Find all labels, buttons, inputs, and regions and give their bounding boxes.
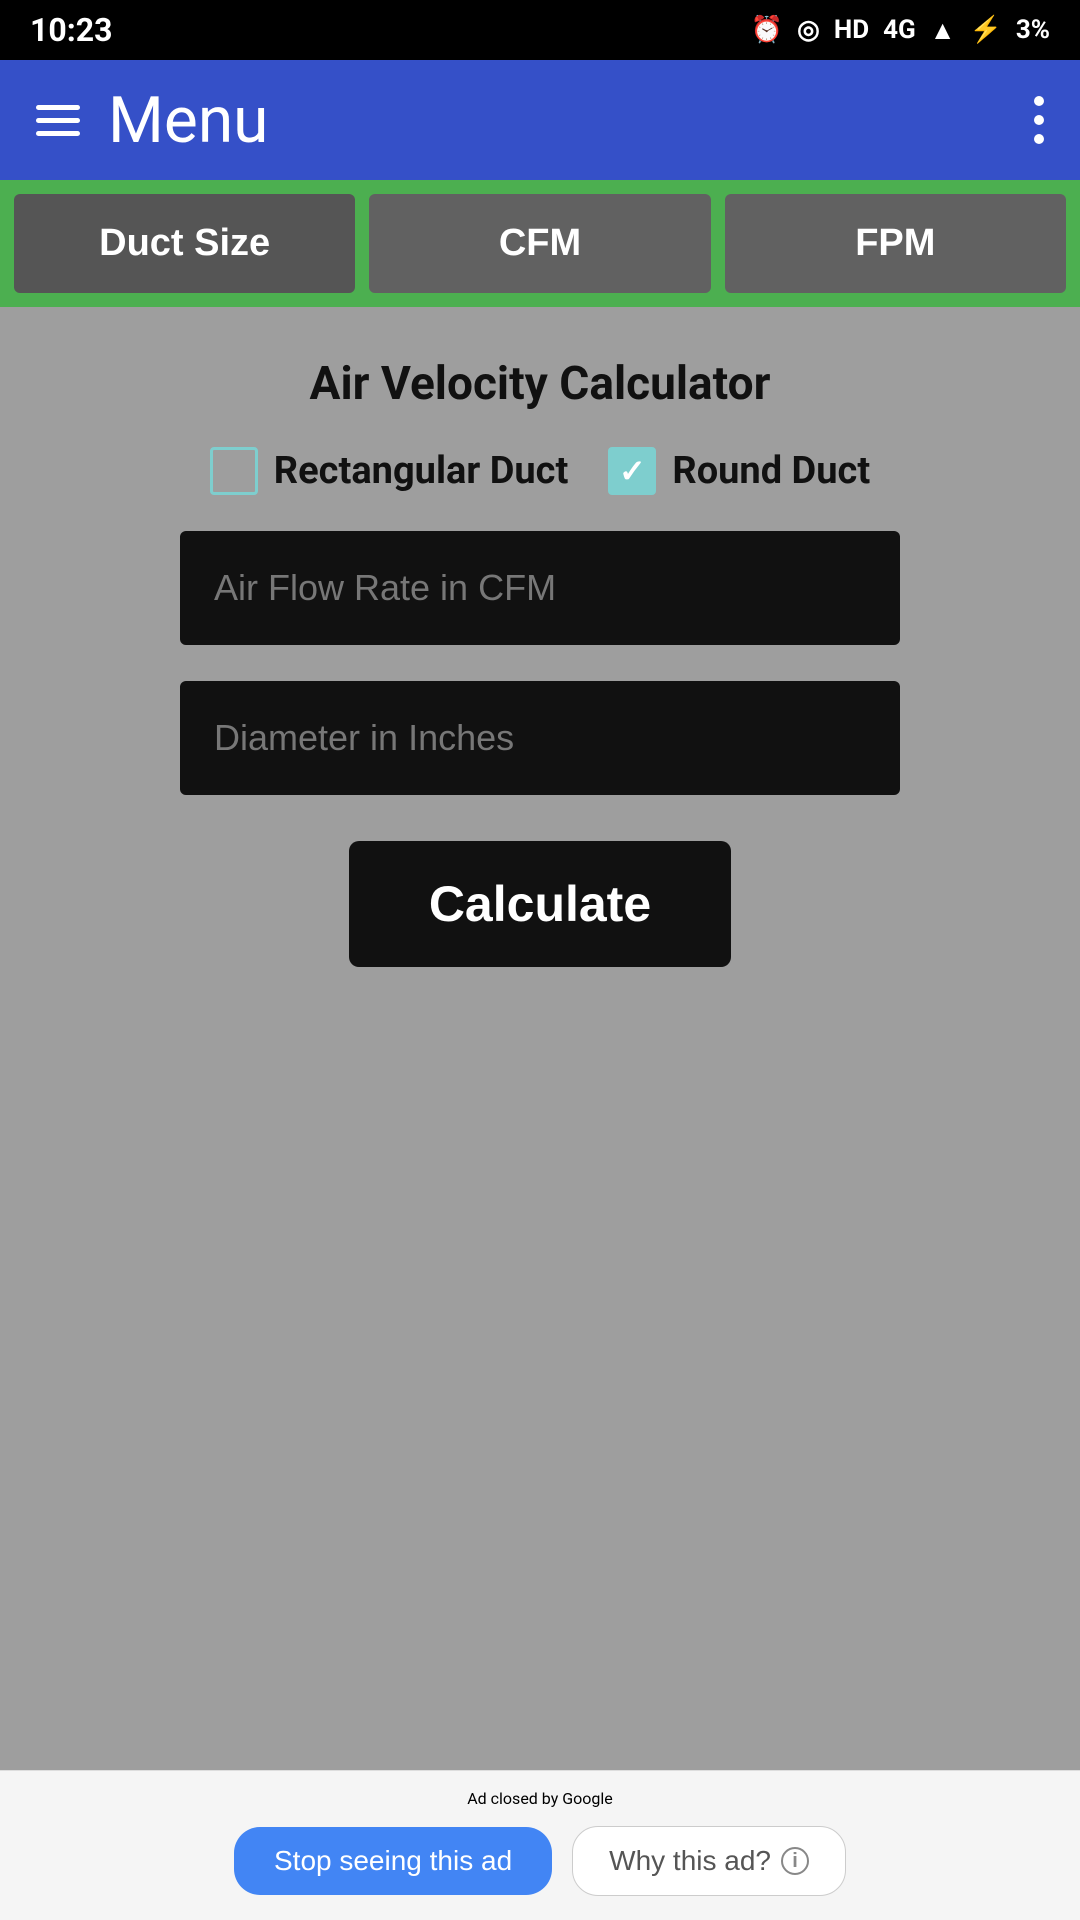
alarm-icon: ⏰ — [751, 15, 783, 45]
hd-label: HD — [834, 15, 869, 45]
ad-buttons-row: Stop seeing this ad Why this ad? i — [234, 1826, 846, 1896]
signal-label: 4G — [883, 15, 916, 45]
duct-type-row: Rectangular Duct Round Duct — [210, 447, 870, 495]
rectangular-duct-option[interactable]: Rectangular Duct — [210, 447, 569, 495]
calculate-button[interactable]: Calculate — [349, 841, 731, 967]
header-title: Menu — [108, 83, 1034, 158]
calculator-title: Air Velocity Calculator — [310, 357, 771, 411]
round-duct-checkbox[interactable] — [608, 447, 656, 495]
google-label: Google — [562, 1789, 613, 1808]
status-icons: ⏰ ◎ HD 4G ▲ ⚡ 3% — [751, 15, 1050, 46]
more-options-icon[interactable] — [1034, 96, 1044, 144]
tab-bar: Duct Size CFM FPM — [0, 180, 1080, 307]
signal-bars-icon: ▲ — [930, 15, 956, 46]
location-icon: ◎ — [797, 15, 820, 45]
ad-bar: Ad closed by Google Stop seeing this ad … — [0, 1770, 1080, 1920]
status-time: 10:23 — [30, 11, 112, 49]
air-flow-rate-input[interactable] — [180, 531, 900, 645]
round-duct-label: Round Duct — [672, 449, 870, 493]
status-bar: 10:23 ⏰ ◎ HD 4G ▲ ⚡ 3% — [0, 0, 1080, 60]
tab-cfm[interactable]: CFM — [369, 194, 710, 293]
why-this-ad-button[interactable]: Why this ad? i — [572, 1826, 846, 1896]
battery-text: 3% — [1016, 15, 1050, 45]
header: Menu — [0, 60, 1080, 180]
tab-fpm[interactable]: FPM — [725, 194, 1066, 293]
main-content: Air Velocity Calculator Rectangular Duct… — [0, 307, 1080, 1007]
round-duct-option[interactable]: Round Duct — [608, 447, 870, 495]
tab-duct-size[interactable]: Duct Size — [14, 194, 355, 293]
battery-icon: ⚡ — [969, 15, 1001, 45]
stop-seeing-ad-button[interactable]: Stop seeing this ad — [234, 1827, 552, 1895]
rectangular-duct-label: Rectangular Duct — [274, 449, 569, 493]
info-icon: i — [781, 1847, 809, 1875]
rectangular-duct-checkbox[interactable] — [210, 447, 258, 495]
diameter-input[interactable] — [180, 681, 900, 795]
hamburger-menu-icon[interactable] — [36, 105, 80, 136]
ad-closed-text: Ad closed by Google — [467, 1789, 613, 1808]
why-this-ad-label: Why this ad? — [609, 1845, 771, 1877]
ad-closed-label: Ad closed by — [467, 1789, 558, 1808]
